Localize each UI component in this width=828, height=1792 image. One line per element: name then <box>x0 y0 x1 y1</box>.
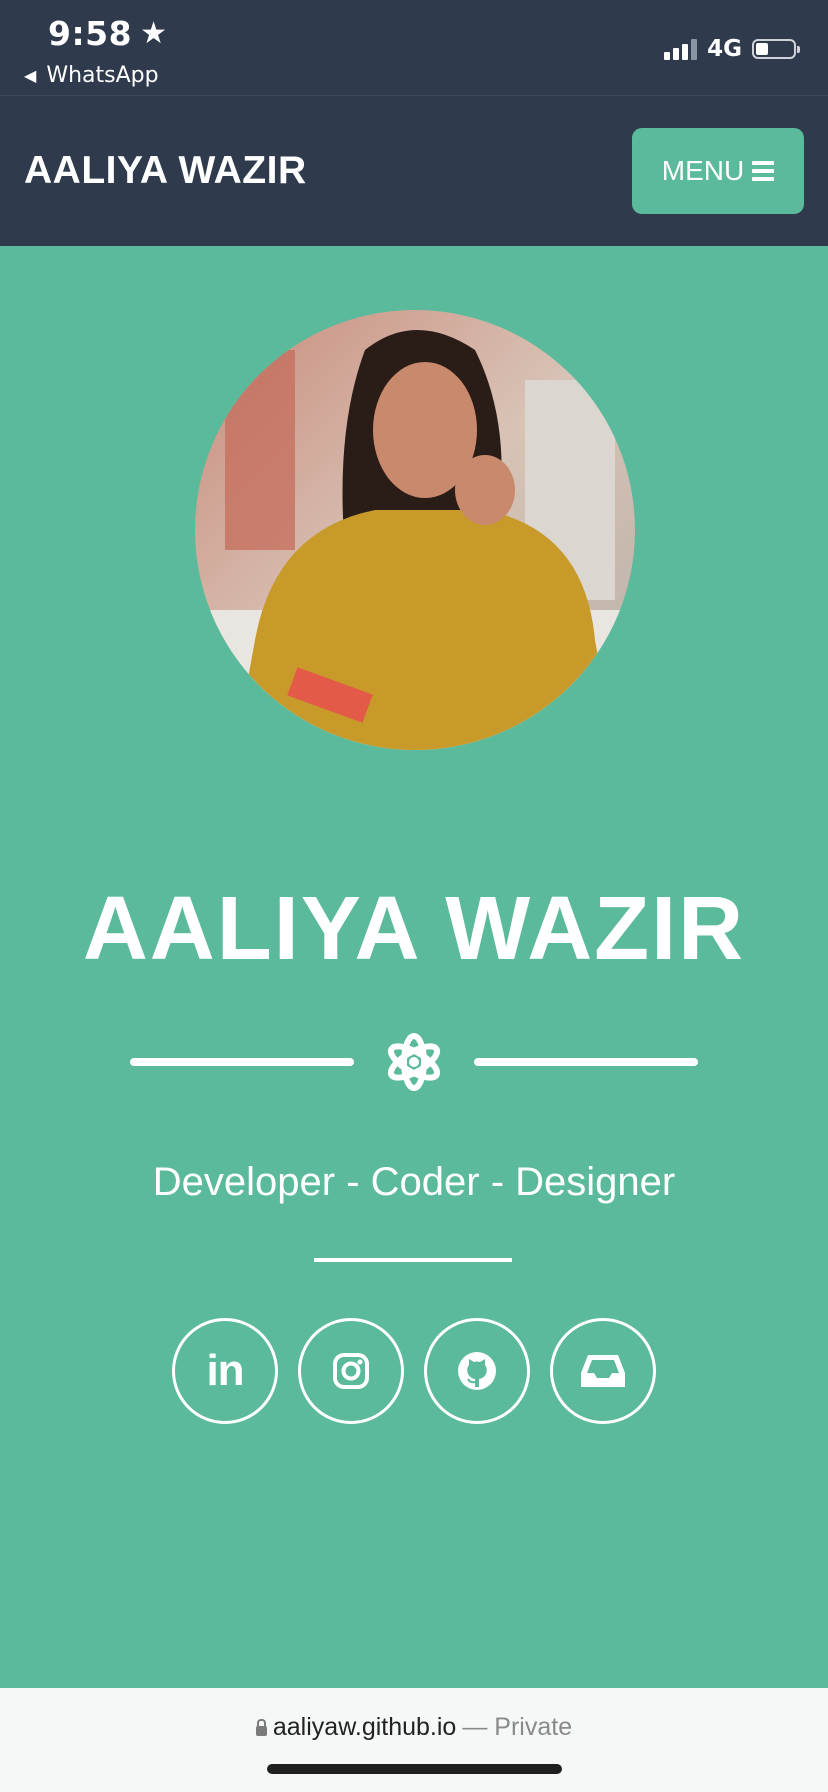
hero-name: AALIYA WAZIR <box>82 879 746 979</box>
instagram-icon <box>333 1353 369 1389</box>
browser-url-bar: aaliyaw.github.io — Private <box>0 1688 828 1792</box>
email-button[interactable] <box>550 1318 656 1424</box>
title-divider <box>130 1027 698 1097</box>
divider-line-left <box>130 1058 354 1066</box>
social-links: in <box>172 1318 656 1424</box>
divider-line-right <box>474 1058 698 1066</box>
home-indicator[interactable] <box>267 1764 562 1774</box>
url-text: aaliyaw.github.io <box>272 1713 457 1741</box>
profile-avatar <box>195 310 635 750</box>
status-bar: 9:58 ★ ◀ WhatsApp 4G <box>0 0 828 96</box>
address-display[interactable]: aaliyaw.github.io — Private <box>0 1713 828 1742</box>
back-arrow-icon: ◀ <box>24 66 37 85</box>
private-mode-label: — Private <box>462 1713 573 1741</box>
hamburger-icon <box>752 161 775 181</box>
instagram-button[interactable] <box>298 1318 404 1424</box>
network-type: 4G <box>707 36 742 62</box>
tagline-rule <box>314 1258 512 1262</box>
profile-photo <box>195 310 635 750</box>
status-time: 9:58 ★ <box>48 14 168 53</box>
atom-icon <box>387 1033 441 1091</box>
battery-icon <box>752 39 800 59</box>
back-app-label: WhatsApp <box>46 63 159 88</box>
top-navbar: AALIYA WAZIR MENU <box>0 96 828 246</box>
menu-label: MENU <box>661 155 745 186</box>
github-button[interactable] <box>424 1318 530 1424</box>
brand-link[interactable]: AALIYA WAZIR <box>24 149 307 193</box>
status-indicators: 4G <box>664 36 800 62</box>
tagline: Developer - Coder - Designer <box>152 1160 676 1204</box>
github-icon <box>458 1352 496 1390</box>
linkedin-icon: in <box>206 1346 244 1395</box>
clock-text: 9:58 <box>48 14 133 53</box>
back-to-app[interactable]: ◀ WhatsApp <box>24 63 159 88</box>
lock-icon <box>255 1718 267 1736</box>
linkedin-button[interactable]: in <box>172 1318 278 1424</box>
inbox-icon <box>581 1355 625 1387</box>
menu-button[interactable]: MENU <box>632 128 804 214</box>
cellular-signal-icon <box>664 38 698 60</box>
star-icon: ★ <box>140 16 168 51</box>
